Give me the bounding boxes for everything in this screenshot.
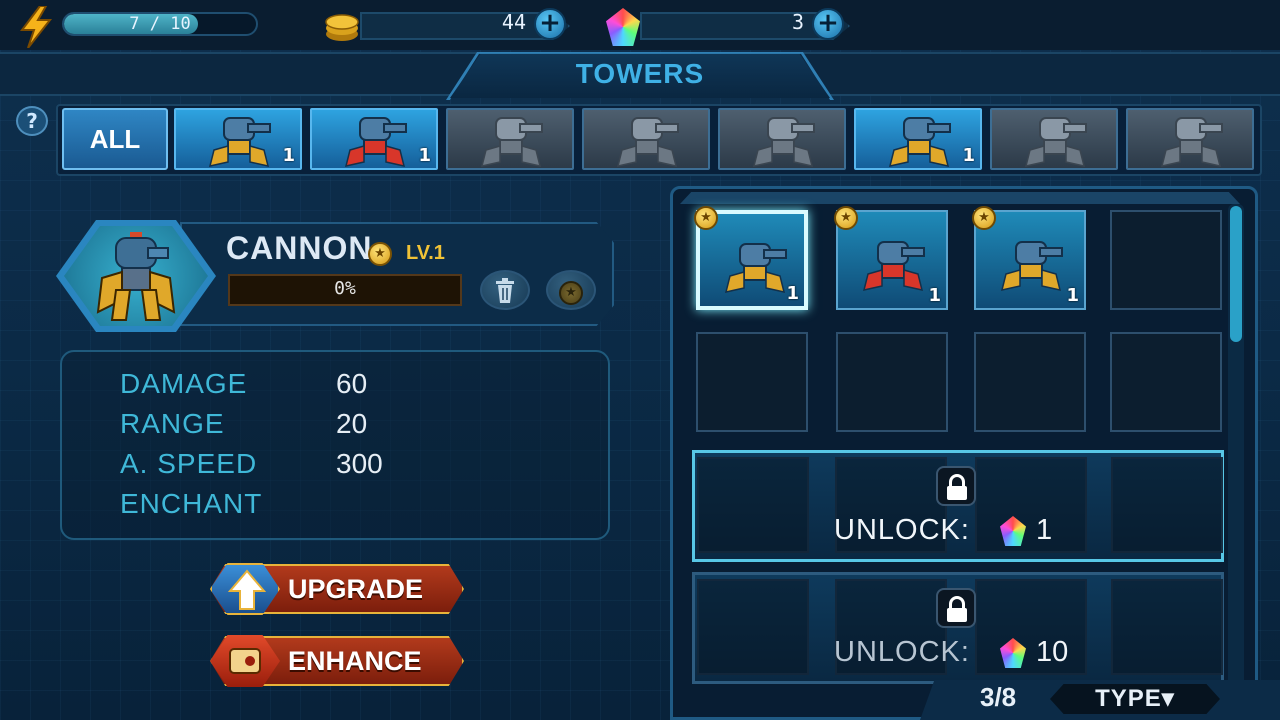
stat-label: RANGE (120, 408, 225, 439)
xp-text: 0% (334, 278, 356, 299)
inventory-slot-empty[interactable] (974, 332, 1086, 432)
railgun-tower-icon (1000, 110, 1110, 168)
filter-tile-count: 1 (282, 145, 295, 166)
delete-button[interactable] (480, 270, 530, 310)
favorite-button[interactable]: ★ (546, 270, 596, 310)
slot-count: 1 (928, 285, 941, 306)
help-button[interactable]: ? (16, 106, 48, 136)
heavy-launcher-tower-icon (456, 110, 566, 168)
scrollbar-thumb[interactable] (1230, 206, 1242, 342)
inventory-slot-empty[interactable] (696, 332, 808, 432)
inventory-slot-empty[interactable] (1110, 210, 1222, 310)
filter-tab-twin-gun-tower[interactable] (582, 108, 710, 170)
type-dropdown[interactable]: TYPE▾ (1050, 684, 1220, 714)
cannon-tower-icon (86, 228, 186, 324)
filter-all-tab[interactable]: ALL (62, 108, 168, 170)
page-indicator: 3/8 (980, 682, 1017, 712)
star-coin-icon: ★ (694, 206, 718, 230)
enhance-label: ENHANCE (288, 646, 422, 676)
gem-count: 3 (791, 10, 804, 34)
slot-count: 1 (1066, 285, 1079, 306)
stat-value: 300 (336, 448, 383, 479)
locked-slot (697, 457, 809, 553)
filter-tile-count: 1 (418, 145, 431, 166)
star-coin-icon: ★ (368, 242, 392, 266)
page-title: TOWERS (575, 58, 705, 89)
panel-top-strip (680, 192, 1240, 204)
locked-slot (697, 579, 809, 675)
inventory-slot-empty[interactable] (1110, 332, 1222, 432)
unlock-cost: 1 (1036, 514, 1053, 546)
filter-tab-railgun-tower[interactable] (990, 108, 1118, 170)
star-coin-icon: ★ (972, 206, 996, 230)
lock-icon (936, 588, 976, 628)
coin-count: 44 (501, 10, 526, 34)
tower-level: LV.1 (406, 242, 445, 264)
filter-tab-cannon-tower[interactable]: 1 (174, 108, 302, 170)
stat-value: 20 (336, 408, 368, 439)
missile-tower-icon (320, 110, 430, 168)
stat-label: ENCHANT (120, 488, 263, 519)
energy-text: 7 / 10 (129, 14, 191, 34)
drill-tower-icon (1136, 110, 1246, 168)
twin-gun-tower-icon (592, 110, 702, 168)
slot-count: 1 (786, 283, 799, 304)
tower-name: CANNON (226, 230, 373, 266)
locked-slot (1111, 457, 1223, 553)
filter-tile-count: 1 (962, 145, 975, 166)
locked-slot (975, 579, 1087, 675)
locked-slot (975, 457, 1087, 553)
stat-label: A. SPEED (120, 448, 258, 479)
buy-coins-button[interactable]: + (534, 8, 566, 40)
mortar-tower-icon (728, 110, 838, 168)
lock-icon (936, 466, 976, 506)
filter-tab-blaster-tower[interactable]: 1 (854, 108, 982, 170)
unlock-label: UNLOCK: (834, 514, 970, 546)
coin-icon (322, 8, 362, 44)
buy-gems-button[interactable]: + (812, 8, 844, 40)
filter-tab-drill-tower[interactable] (1126, 108, 1254, 170)
filter-tab-heavy-launcher-tower[interactable] (446, 108, 574, 170)
filter-tab-mortar-tower[interactable] (718, 108, 846, 170)
blaster-tower-icon (864, 110, 974, 168)
star-icon: ★ (559, 281, 583, 305)
inventory-slot-empty[interactable] (836, 332, 948, 432)
stat-label: DAMAGE (120, 368, 248, 399)
upgrade-label: UPGRADE (288, 574, 424, 604)
unlock-label: UNLOCK: (834, 636, 970, 668)
stat-value: 60 (336, 368, 368, 399)
locked-slot (1111, 579, 1223, 675)
trash-icon (496, 278, 514, 303)
star-coin-icon: ★ (834, 206, 858, 230)
unlock-cost: 10 (1036, 636, 1069, 668)
cannon-tower-icon (184, 110, 294, 168)
filter-tab-missile-tower[interactable]: 1 (310, 108, 438, 170)
